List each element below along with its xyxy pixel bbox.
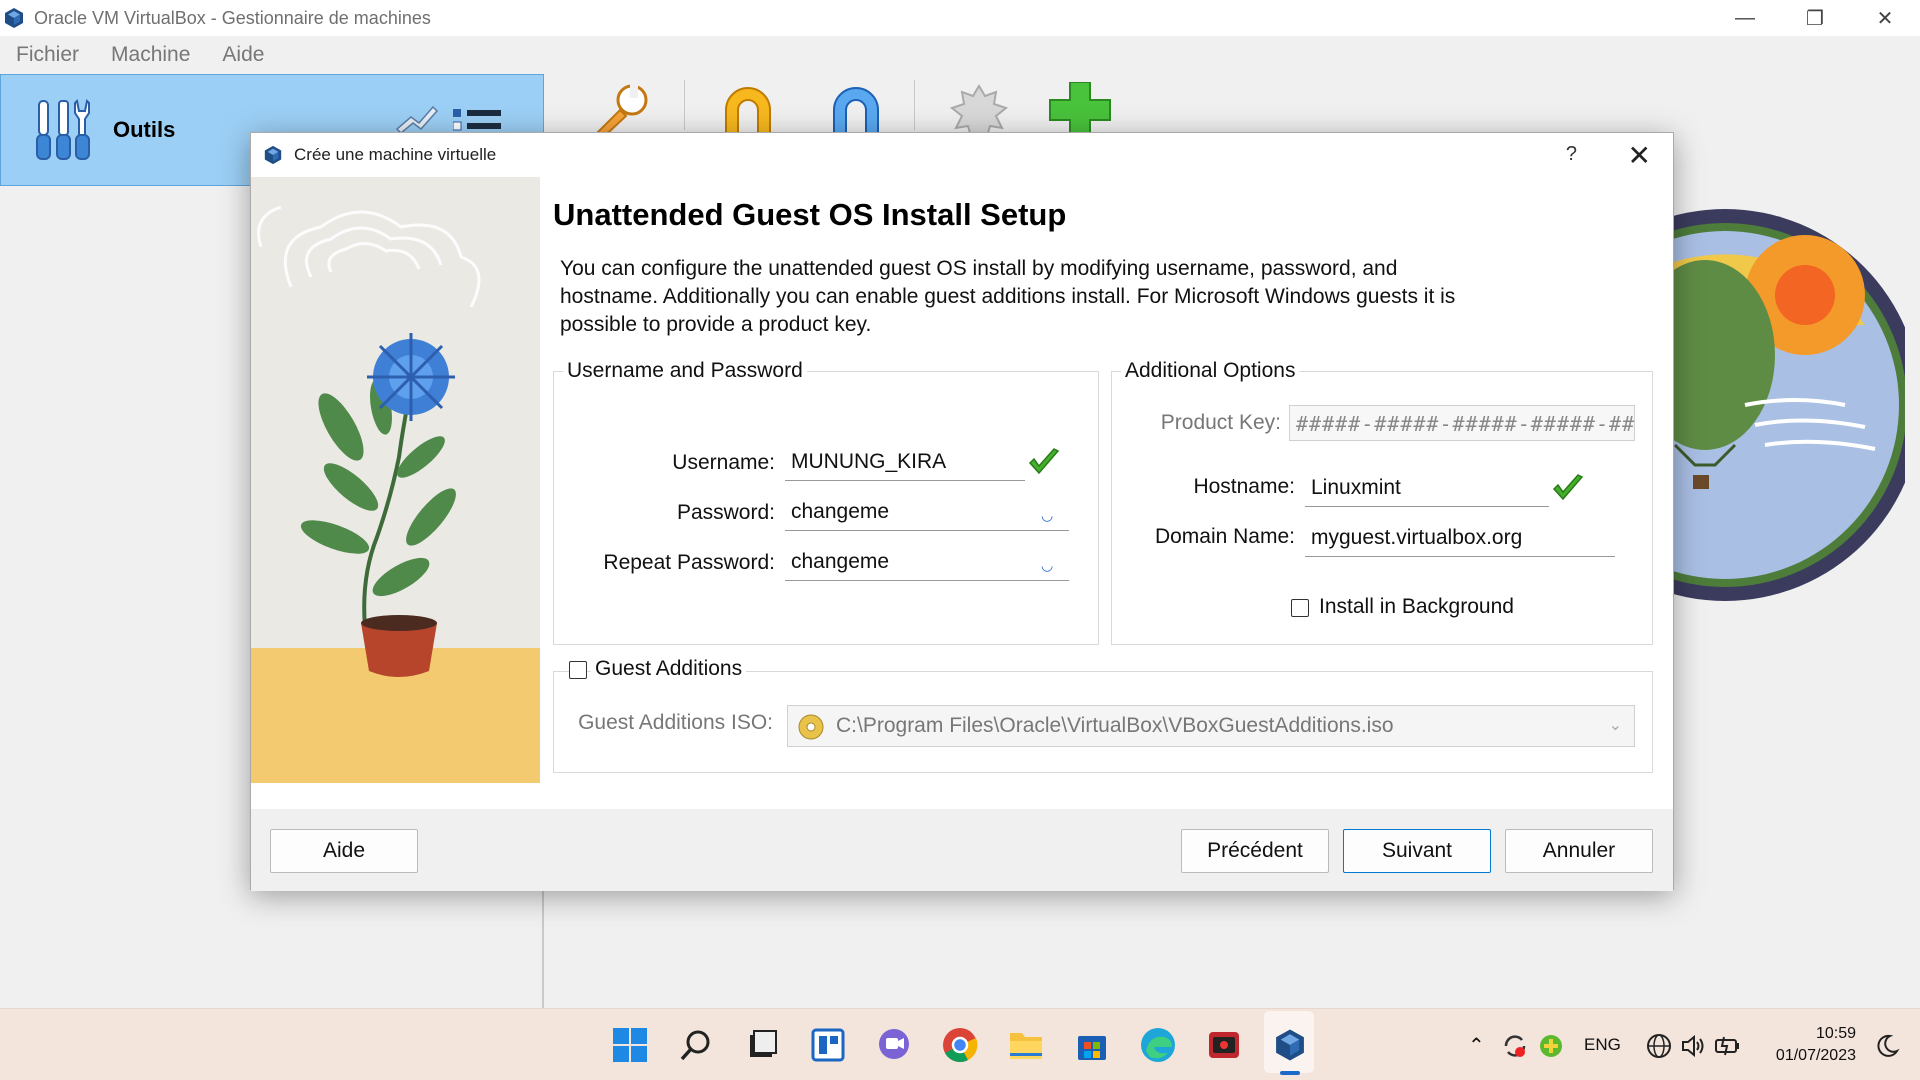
chevron-down-icon: ⌄ bbox=[1608, 717, 1622, 734]
virtualbox-taskbar-icon[interactable] bbox=[1268, 1023, 1312, 1067]
chat-icon[interactable] bbox=[872, 1023, 916, 1067]
install-in-background-label[interactable]: Install in Background bbox=[1319, 595, 1514, 619]
hostname-valid-check-icon bbox=[1552, 474, 1584, 501]
menu-aide[interactable]: Aide bbox=[222, 43, 264, 67]
help-icon[interactable]: ? bbox=[1566, 143, 1577, 166]
menu-fichier[interactable]: Fichier bbox=[16, 43, 79, 67]
page-heading: Unattended Guest OS Install Setup bbox=[553, 197, 1067, 232]
additional-options-group-title: Additional Options bbox=[1121, 359, 1300, 383]
restore-button[interactable]: ❐ bbox=[1780, 0, 1850, 36]
chrome-icon[interactable] bbox=[938, 1023, 982, 1067]
vbox-tray-icon[interactable] bbox=[1538, 1033, 1564, 1059]
guest-additions-iso-label: Guest Additions ISO: bbox=[578, 711, 773, 734]
discard-arrow-icon[interactable] bbox=[712, 80, 784, 140]
language-indicator[interactable]: ENG bbox=[1584, 1035, 1621, 1055]
cd-disc-icon bbox=[798, 714, 824, 740]
username-password-group-title: Username and Password bbox=[563, 359, 807, 383]
active-app-indicator bbox=[1280, 1071, 1300, 1075]
domain-name-label: Domain Name: bbox=[1154, 525, 1295, 548]
virtualbox-dialog-icon bbox=[264, 145, 282, 165]
dialog-titlebar: Crée une machine virtuelle ? ✕ bbox=[251, 133, 1673, 177]
wizard-flower-illustration bbox=[251, 177, 540, 783]
windows-taskbar: ⌃ ENG 10:59 01/07/2023 bbox=[0, 1008, 1920, 1080]
minimize-button[interactable]: — bbox=[1710, 0, 1780, 36]
screen-recorder-icon[interactable] bbox=[1202, 1023, 1246, 1067]
suivant-button[interactable]: Suivant bbox=[1343, 829, 1491, 873]
show-hidden-icons-chevron[interactable]: ⌃ bbox=[1468, 1033, 1485, 1058]
dialog-close-button[interactable]: ✕ bbox=[1628, 139, 1651, 172]
close-window-button[interactable]: ✕ bbox=[1850, 0, 1920, 36]
file-explorer-icon[interactable] bbox=[1004, 1023, 1048, 1067]
repeat-password-field[interactable]: changeme bbox=[785, 545, 1069, 581]
page-description: You can configure the unattended guest O… bbox=[560, 257, 1456, 336]
dialog-footer: Aide Précédent Suivant Annuler bbox=[251, 809, 1673, 891]
toolbar-separator bbox=[684, 80, 685, 130]
guest-additions-label[interactable]: Guest Additions bbox=[591, 657, 747, 681]
menu-bar: Fichier Machine Aide bbox=[0, 36, 1920, 74]
clock-time: 10:59 bbox=[1815, 1025, 1856, 1042]
menu-machine[interactable]: Machine bbox=[111, 43, 190, 67]
guest-additions-iso-value: C:\Program Files\Oracle\VirtualBox\VBoxG… bbox=[836, 714, 1394, 737]
username-field[interactable]: MUNUNG_KIRA bbox=[785, 445, 1025, 481]
product-key-label: Product Key: bbox=[1160, 411, 1281, 434]
virtualbox-app-icon bbox=[5, 8, 23, 28]
system-clock[interactable]: 10:59 01/07/2023 bbox=[1776, 1023, 1856, 1067]
annuler-button[interactable]: Annuler bbox=[1505, 829, 1653, 873]
network-globe-icon[interactable] bbox=[1646, 1033, 1672, 1059]
tools-icon bbox=[36, 98, 90, 160]
edge-icon[interactable] bbox=[1136, 1023, 1180, 1067]
show-arrow-icon[interactable] bbox=[820, 80, 892, 140]
hostname-label: Hostname: bbox=[1193, 475, 1295, 498]
username-label: Username: bbox=[672, 451, 775, 474]
search-icon[interactable] bbox=[674, 1023, 718, 1067]
create-vm-dialog: Crée une machine virtuelle ? ✕ Unattende… bbox=[250, 132, 1674, 891]
tools-label: Outils bbox=[113, 117, 176, 142]
windows-start-icon[interactable] bbox=[608, 1023, 652, 1067]
hostname-field[interactable]: Linuxmint bbox=[1305, 471, 1549, 507]
username-valid-check-icon bbox=[1028, 448, 1060, 475]
product-key-field[interactable]: #####-#####-#####-#####-##### bbox=[1289, 405, 1635, 441]
task-view-icon[interactable] bbox=[740, 1023, 784, 1067]
toolbar-separator bbox=[914, 80, 915, 130]
guest-additions-checkbox[interactable] bbox=[569, 661, 587, 679]
precedent-button[interactable]: Précédent bbox=[1181, 829, 1329, 873]
notifications-moon-icon[interactable] bbox=[1876, 1033, 1900, 1059]
widgets-icon[interactable] bbox=[806, 1023, 850, 1067]
main-window-titlebar: Oracle VM VirtualBox - Gestionnaire de m… bbox=[0, 0, 1920, 36]
password-field[interactable]: changeme bbox=[785, 495, 1069, 531]
dialog-title: Crée une machine virtuelle bbox=[294, 145, 497, 164]
clock-date: 01/07/2023 bbox=[1775, 1047, 1856, 1064]
volume-icon[interactable] bbox=[1680, 1033, 1706, 1059]
show-password-eye-icon[interactable]: ◡ bbox=[1041, 507, 1053, 524]
window-title: Oracle VM VirtualBox - Gestionnaire de m… bbox=[34, 7, 431, 28]
battery-icon[interactable] bbox=[1714, 1033, 1742, 1059]
sync-tray-icon[interactable] bbox=[1502, 1033, 1528, 1059]
password-label: Password: bbox=[676, 501, 775, 524]
pin-icon[interactable] bbox=[395, 103, 439, 133]
add-plus-icon[interactable] bbox=[1048, 82, 1114, 138]
repeat-password-label: Repeat Password: bbox=[603, 551, 775, 574]
domain-name-field[interactable]: myguest.virtualbox.org bbox=[1305, 521, 1615, 557]
guest-additions-iso-combo[interactable]: C:\Program Files\Oracle\VirtualBox\VBoxG… bbox=[787, 705, 1635, 747]
aide-button[interactable]: Aide bbox=[270, 829, 418, 873]
microsoft-store-icon[interactable] bbox=[1070, 1023, 1114, 1067]
dialog-body: Unattended Guest OS Install Setup You ca… bbox=[251, 177, 1673, 809]
install-in-background-checkbox[interactable] bbox=[1291, 599, 1309, 617]
show-repeat-password-eye-icon[interactable]: ◡ bbox=[1041, 557, 1053, 574]
